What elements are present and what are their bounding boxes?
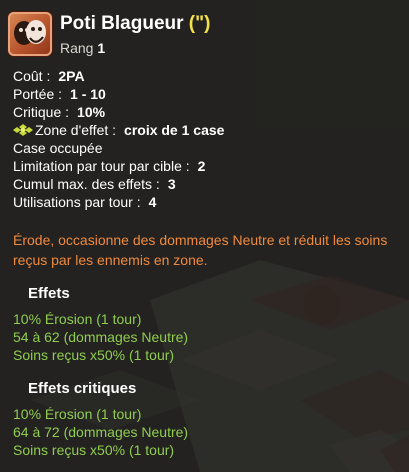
rank-value: 1	[97, 40, 106, 56]
spell-rank: Rang 1	[60, 40, 105, 56]
critical-effects-title: Effets critiques	[28, 380, 137, 397]
spell-name: Poti Blagueur (")	[60, 13, 210, 35]
crit-value: 10%	[77, 104, 106, 120]
spell-description: Érode, occasionne des dommages Neutre et…	[13, 232, 388, 268]
effects-list: 10% Érosion (1 tour) 54 à 62 (dommages N…	[13, 310, 188, 364]
cost-value: 2PA	[58, 68, 85, 84]
crit-label: Critique :	[13, 104, 70, 120]
zone-label: Zone d'effet :	[35, 122, 117, 138]
effects-title: Effets	[28, 285, 70, 302]
stat-cost: Coût : 2PA	[13, 67, 403, 85]
spell-name-text: Poti Blagueur	[60, 13, 184, 34]
effect-line: 54 à 62 (dommages Neutre)	[13, 329, 189, 345]
critical-effects-list: 10% Érosion (1 tour) 64 à 72 (dommages N…	[13, 405, 188, 459]
spell-stats: Coût : 2PA Portée : 1 - 10 Critique : 10% Z…	[13, 67, 403, 211]
spell-tooltip: Poti Blagueur (") Rang 1 Coût : 2PA Porté…	[0, 0, 409, 472]
critical-effect-line: 10% Érosion (1 tour)	[13, 406, 142, 422]
stat-uses-per-turn: Utilisations par tour : 4	[13, 193, 403, 211]
cumul-value: 3	[167, 176, 176, 192]
per-target-value: 2	[197, 158, 206, 174]
stat-cumul: Cumul max. des effets : 3	[13, 175, 403, 193]
uses-value: 4	[148, 194, 157, 210]
cross-zone-icon	[13, 122, 33, 136]
stat-per-target: Limitation par tour par cible : 2	[13, 157, 403, 175]
range-value: 1 - 10	[70, 86, 106, 102]
effect-line: Soins reçus x50% (1 tour)	[13, 347, 175, 363]
stat-occupied-cell: Case occupée	[13, 140, 103, 156]
uses-label: Utilisations par tour :	[13, 194, 141, 210]
zone-value: croix de 1 case	[124, 122, 225, 138]
rank-label: Rang	[60, 40, 94, 56]
per-target-label: Limitation par tour par cible :	[13, 158, 190, 174]
cumul-label: Cumul max. des effets :	[13, 176, 160, 192]
spell-quote: (")	[188, 13, 211, 34]
critical-effect-line: Soins reçus x50% (1 tour)	[13, 442, 175, 458]
cost-label: Coût :	[13, 68, 51, 84]
critical-effect-line: 64 à 72 (dommages Neutre)	[13, 424, 189, 440]
range-label: Portée :	[13, 86, 63, 102]
stat-zone: Zone d'effet : croix de 1 case	[13, 121, 403, 139]
effect-line: 10% Érosion (1 tour)	[13, 311, 142, 327]
grinning-mask-icon	[8, 12, 52, 56]
stat-critical: Critique : 10%	[13, 103, 403, 121]
stat-range: Portée : 1 - 10	[13, 85, 403, 103]
